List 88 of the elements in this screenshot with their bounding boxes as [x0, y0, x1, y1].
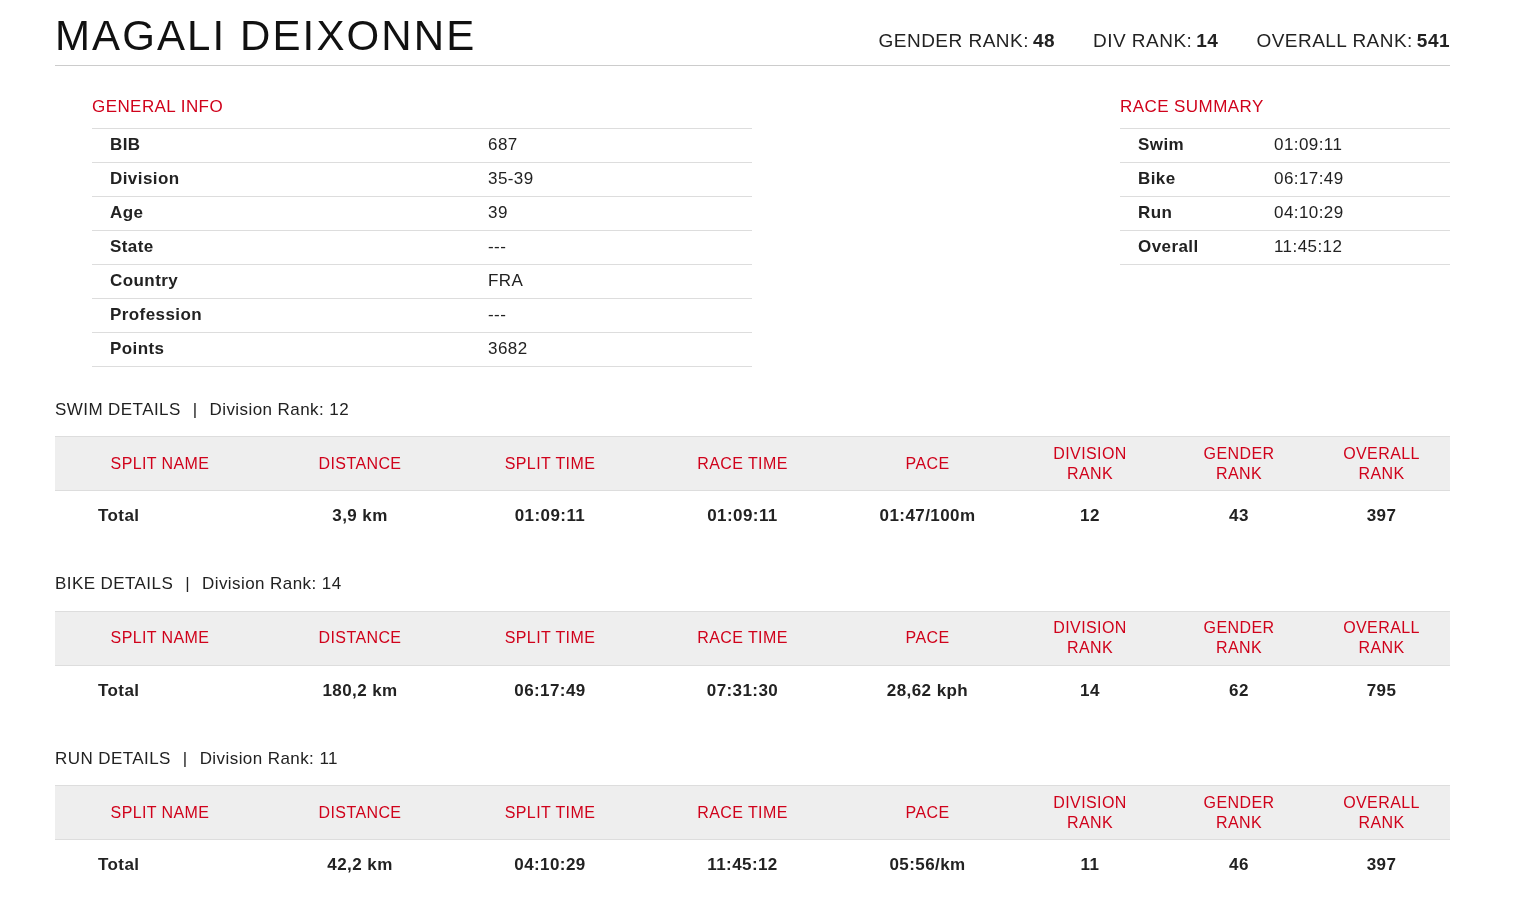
column-heading: DISTANCE	[318, 453, 402, 474]
column-heading: SPLIT NAME	[110, 453, 210, 474]
table-cell-text: 42,2 km	[327, 854, 393, 877]
column-heading: GENDER RANK	[1202, 443, 1276, 484]
info-label: State	[109, 236, 155, 259]
section-title: SWIM DETAILS	[55, 398, 181, 421]
table-cell-text: 397	[1366, 854, 1397, 877]
info-value: 06:17:49	[1274, 168, 1344, 191]
info-value: 01:09:11	[1274, 134, 1343, 157]
division-rank-text: Division Rank: 12	[209, 398, 350, 421]
column-heading: DISTANCE	[318, 802, 402, 823]
division-rank-text: Division Rank: 11	[199, 747, 338, 770]
table-cell-text: 11	[1080, 854, 1100, 877]
column-heading: PACE	[905, 453, 950, 474]
column-heading: OVERALL RANK	[1342, 443, 1421, 484]
info-value: 39	[488, 202, 508, 225]
rank-label: OVERALL RANK:	[1256, 28, 1413, 53]
table-cell-text: 14	[1080, 679, 1100, 702]
column-heading: SPLIT NAME	[110, 628, 210, 648]
column-heading: OVERALL RANK	[1342, 792, 1421, 833]
table-cell-text: 795	[1366, 679, 1397, 702]
separator-text: |	[182, 747, 188, 770]
table-cell-text: 397	[1366, 505, 1397, 528]
athlete-name: MAGALI DEIXONNE	[55, 15, 477, 57]
table-cell-text: 01:09:11	[707, 505, 778, 528]
table-cell-text: 11:45:12	[707, 854, 778, 877]
table-cell-text: 46	[1229, 854, 1249, 877]
table-cell: Total	[98, 506, 140, 526]
section-title: BIKE DETAILS	[55, 573, 174, 595]
rank-value: 541	[1416, 28, 1450, 53]
column-heading: DIVISION RANK	[1052, 443, 1128, 484]
column-heading: GENDER RANK	[1202, 792, 1276, 833]
separator-text: |	[192, 398, 198, 421]
column-heading: RACE TIME	[697, 802, 788, 823]
info-label: Division	[109, 168, 181, 191]
info-label: Profession	[109, 304, 204, 327]
table-cell-text: 04:10:29	[514, 854, 586, 877]
section-title: RUN DETAILS	[55, 747, 171, 770]
section-heading: GENERAL INFO	[92, 96, 225, 118]
info-value: ---	[488, 236, 507, 259]
table-cell: Total	[98, 855, 140, 875]
info-label: BIB	[109, 134, 142, 157]
column-heading: GENDER RANK	[1202, 618, 1276, 658]
column-heading: DIVISION RANK	[1052, 792, 1128, 833]
table-cell-text: 06:17:49	[514, 679, 586, 702]
table-cell-text: 62	[1229, 679, 1249, 702]
info-label: Age	[109, 202, 145, 225]
info-label: Bike	[1137, 168, 1177, 191]
section-heading: RACE SUMMARY	[1120, 96, 1265, 118]
column-heading: SPLIT TIME	[504, 628, 596, 648]
info-label: Overall	[1137, 236, 1200, 259]
info-label: Run	[1137, 202, 1174, 225]
info-value: ---	[488, 304, 507, 327]
column-heading: PACE	[905, 628, 950, 648]
rank-label: GENDER RANK:	[878, 28, 1029, 53]
info-label: Points	[109, 338, 166, 361]
table-cell-text: 180,2 km	[322, 679, 398, 702]
column-heading: DIVISION RANK	[1052, 618, 1128, 658]
info-value: 11:45:12	[1274, 236, 1343, 259]
table-cell-text: 12	[1080, 505, 1100, 528]
table-cell-text: 28,62 kph	[886, 679, 969, 702]
column-heading: RACE TIME	[697, 453, 788, 474]
table-cell-text: 05:56/km	[889, 854, 966, 877]
column-heading: SPLIT TIME	[504, 453, 596, 474]
rank-value: 14	[1196, 28, 1219, 53]
rank-value: 48	[1032, 28, 1055, 53]
column-heading: OVERALL RANK	[1342, 618, 1421, 658]
column-heading: RACE TIME	[697, 628, 788, 648]
rank-label: DIV RANK:	[1093, 28, 1193, 53]
table-cell-text: 43	[1229, 505, 1249, 528]
separator-text: |	[185, 573, 190, 595]
info-label: Country	[109, 270, 180, 293]
column-heading: PACE	[905, 802, 950, 823]
info-value: 04:10:29	[1274, 202, 1344, 225]
info-value: FRA	[488, 270, 524, 293]
table-cell-text: 01:47/100m	[879, 505, 976, 528]
table-cell-text: 07:31:30	[706, 679, 779, 702]
column-heading: SPLIT TIME	[504, 802, 596, 823]
column-heading: SPLIT NAME	[110, 802, 210, 823]
column-heading: DISTANCE	[318, 628, 402, 648]
info-value: 687	[488, 134, 518, 157]
info-value: 3682	[488, 338, 528, 361]
info-value: 35-39	[488, 168, 534, 191]
table-cell-text: 01:09:11	[514, 505, 586, 528]
division-rank-text: Division Rank: 14	[202, 573, 342, 595]
table-cell-text: 3,9 km	[332, 505, 388, 528]
table-cell: Total	[98, 680, 140, 700]
info-label: Swim	[1137, 134, 1186, 157]
